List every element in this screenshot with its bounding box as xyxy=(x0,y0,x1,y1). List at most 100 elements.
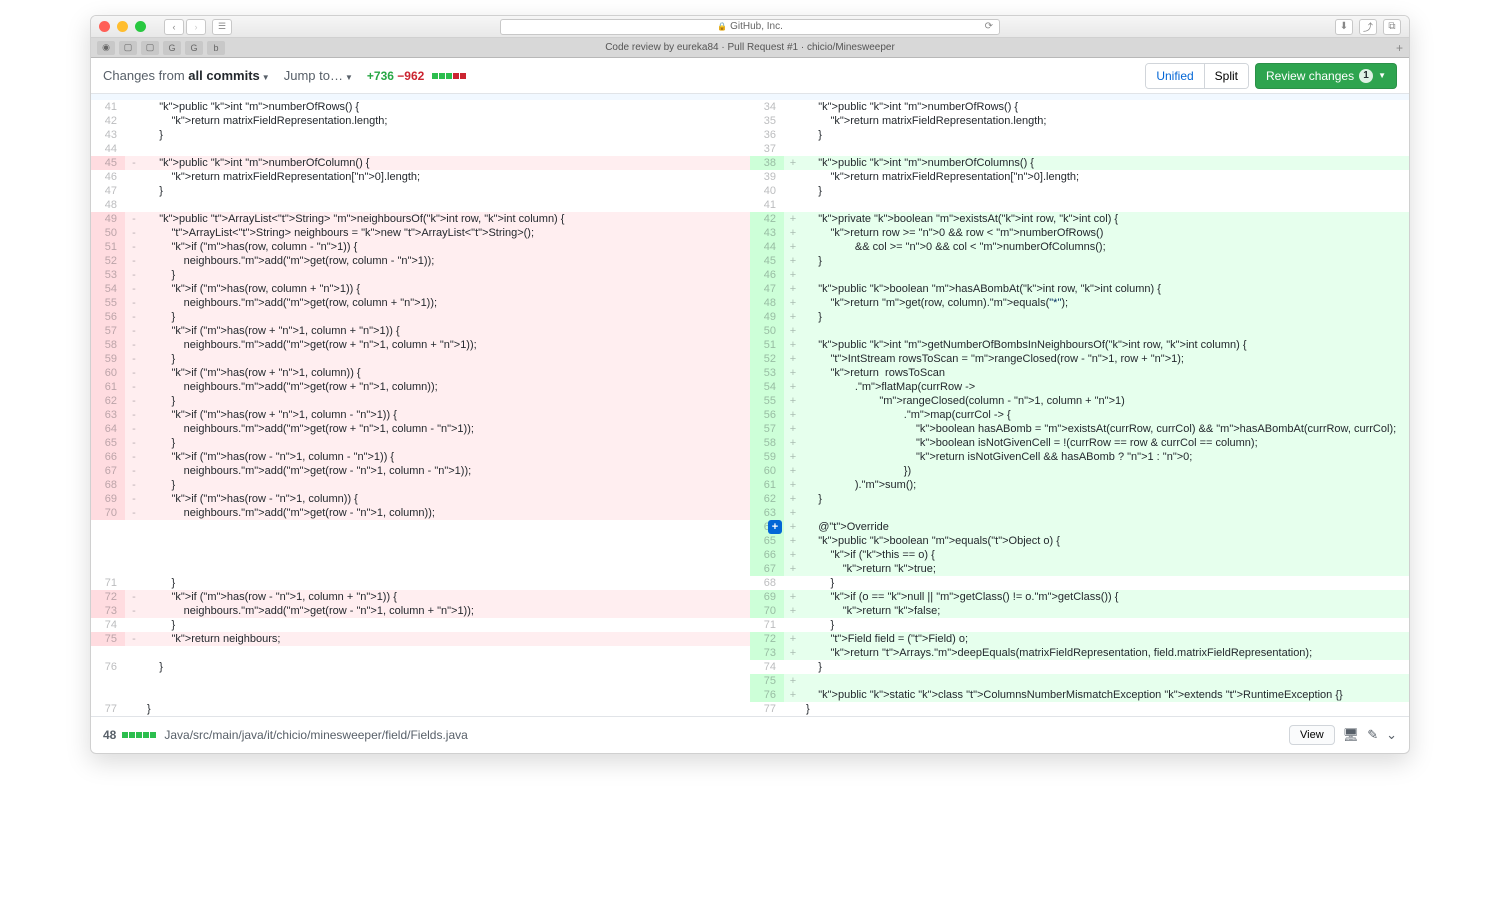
diff-line[interactable]: 45- "k">public "k">int "m">numberOfColum… xyxy=(91,156,750,170)
line-number[interactable]: 44 xyxy=(91,142,125,156)
line-number[interactable]: 54 xyxy=(750,380,784,394)
view-file-button[interactable]: View xyxy=(1289,725,1335,745)
diff-line[interactable]: 63+ xyxy=(750,506,1409,520)
line-number[interactable]: 53 xyxy=(750,366,784,380)
diff-line[interactable]: 76+ "k">public "k">static "k">class "t">… xyxy=(750,688,1409,702)
line-number[interactable] xyxy=(91,562,125,576)
line-number[interactable]: 47 xyxy=(91,184,125,198)
line-number[interactable]: 65 xyxy=(750,534,784,548)
diff-line[interactable]: 68 } xyxy=(750,576,1409,590)
diff-line[interactable]: 61+ )."m">sum(); xyxy=(750,478,1409,492)
line-number[interactable]: 58 xyxy=(91,338,125,352)
diff-line[interactable]: 77 } xyxy=(750,702,1409,716)
line-number[interactable]: 72 xyxy=(91,590,125,604)
line-number[interactable]: 72 xyxy=(750,632,784,646)
line-number[interactable]: 43 xyxy=(750,226,784,240)
diff-line[interactable] xyxy=(91,548,750,562)
diff-line[interactable]: 45+ } xyxy=(750,254,1409,268)
diff-line[interactable]: 38+ "k">public "k">int "m">numberOfColum… xyxy=(750,156,1409,170)
line-number[interactable]: 41 xyxy=(91,100,125,114)
diff-line[interactable]: 53- } xyxy=(91,268,750,282)
line-number[interactable]: 49 xyxy=(750,310,784,324)
line-number[interactable]: 63 xyxy=(91,408,125,422)
jump-to-dropdown[interactable]: Jump to…▼ xyxy=(284,68,353,83)
diff-line[interactable]: 60- "k">if ("m">has(row + "n">1, column)… xyxy=(91,366,750,380)
line-number[interactable]: 62 xyxy=(91,394,125,408)
line-number[interactable]: 38 xyxy=(750,156,784,170)
line-number[interactable]: 73 xyxy=(91,604,125,618)
line-number[interactable]: 43 xyxy=(91,128,125,142)
diff-line[interactable] xyxy=(91,646,750,660)
diff-line[interactable]: 73- neighbours."m">add("m">get(row - "n"… xyxy=(91,604,750,618)
line-number[interactable]: 68 xyxy=(91,478,125,492)
line-number[interactable]: 67 xyxy=(91,464,125,478)
line-number[interactable]: 42 xyxy=(750,212,784,226)
diff-line[interactable]: 37 xyxy=(750,142,1409,156)
line-number[interactable]: 69 xyxy=(750,590,784,604)
line-number[interactable]: 56 xyxy=(750,408,784,422)
diff-line[interactable]: 48+ "k">return "m">get(row, column)."m">… xyxy=(750,296,1409,310)
diff-line[interactable]: 69- "k">if ("m">has(row - "n">1, column)… xyxy=(91,492,750,506)
line-number[interactable]: 47 xyxy=(750,282,784,296)
changes-from-dropdown[interactable]: Changes from all commits▼ xyxy=(103,68,270,83)
new-tab-button[interactable]: + xyxy=(1396,41,1403,55)
diff-line[interactable]: 62+ } xyxy=(750,492,1409,506)
diff-line[interactable]: 52+ "t">IntStream rowsToScan = "m">range… xyxy=(750,352,1409,366)
line-number[interactable]: 45 xyxy=(91,156,125,170)
line-number[interactable] xyxy=(91,646,125,660)
diff-line[interactable]: 71 } xyxy=(750,618,1409,632)
diff-line[interactable]: 43 } xyxy=(91,128,750,142)
unified-button[interactable]: Unified xyxy=(1146,64,1204,88)
line-number[interactable]: 57 xyxy=(91,324,125,338)
line-number[interactable]: 76 xyxy=(91,660,125,674)
line-number[interactable]: 60 xyxy=(750,464,784,478)
diff-line[interactable]: 66+ "k">if ("k">this == o) { xyxy=(750,548,1409,562)
diff-line[interactable]: 68- } xyxy=(91,478,750,492)
line-number[interactable]: 62 xyxy=(750,492,784,506)
diff-line[interactable]: 42+ "k">private "k">boolean "m">existsAt… xyxy=(750,212,1409,226)
device-icon[interactable]: 🖥 xyxy=(1343,727,1360,743)
line-number[interactable]: 45 xyxy=(750,254,784,268)
line-number[interactable]: 69 xyxy=(91,492,125,506)
line-number[interactable]: 76 xyxy=(750,688,784,702)
diff-line[interactable]: 67+ "k">return "k">true; xyxy=(750,562,1409,576)
line-number[interactable]: 46 xyxy=(750,268,784,282)
fav-icon[interactable]: ▢ xyxy=(141,41,159,55)
add-comment-button[interactable]: + xyxy=(784,520,802,534)
line-number[interactable]: 46 xyxy=(91,170,125,184)
fav-google-icon[interactable]: G xyxy=(163,41,181,55)
line-number[interactable]: 66 xyxy=(750,548,784,562)
line-number[interactable]: 65 xyxy=(91,436,125,450)
line-number[interactable]: 52 xyxy=(750,352,784,366)
diff-line[interactable]: 47+ "k">public "k">boolean "m">hasABombA… xyxy=(750,282,1409,296)
diff-line[interactable]: 53+ "k">return rowsToScan xyxy=(750,366,1409,380)
diff-line[interactable]: 49- "k">public "t">ArrayList<"t">String>… xyxy=(91,212,750,226)
line-number[interactable]: 55 xyxy=(750,394,784,408)
diff-line[interactable]: 55- neighbours."m">add("m">get(row, colu… xyxy=(91,296,750,310)
diff-line[interactable]: 73+ "k">return "t">Arrays."m">deepEquals… xyxy=(750,646,1409,660)
line-number[interactable]: 66 xyxy=(91,450,125,464)
diff-line[interactable] xyxy=(91,674,750,688)
diff-line[interactable]: 75- "k">return neighbours; xyxy=(91,632,750,646)
line-number[interactable]: 48 xyxy=(750,296,784,310)
diff-line[interactable]: 44+ && col >= "n">0 && col < "m">numberO… xyxy=(750,240,1409,254)
line-number[interactable]: 51 xyxy=(91,240,125,254)
diff-line[interactable]: 62- } xyxy=(91,394,750,408)
line-number[interactable]: 56 xyxy=(91,310,125,324)
line-number[interactable]: 61 xyxy=(750,478,784,492)
line-number[interactable]: 70 xyxy=(91,506,125,520)
line-number[interactable]: 64 xyxy=(91,422,125,436)
line-number[interactable] xyxy=(91,520,125,534)
line-number[interactable]: 51 xyxy=(750,338,784,352)
diff-line[interactable]: 49+ } xyxy=(750,310,1409,324)
refresh-icon[interactable]: ⟳ xyxy=(985,21,993,32)
line-number[interactable]: 71 xyxy=(91,576,125,590)
fav-github-icon[interactable]: ◉ xyxy=(97,41,115,55)
split-button[interactable]: Split xyxy=(1205,64,1248,88)
line-number[interactable] xyxy=(91,674,125,688)
line-number[interactable]: 44 xyxy=(750,240,784,254)
diff-line[interactable]: 50- "t">ArrayList<"t">String> neighbours… xyxy=(91,226,750,240)
diff-line[interactable]: 60+ }) xyxy=(750,464,1409,478)
line-number[interactable]: 53 xyxy=(91,268,125,282)
line-number[interactable]: 48 xyxy=(91,198,125,212)
